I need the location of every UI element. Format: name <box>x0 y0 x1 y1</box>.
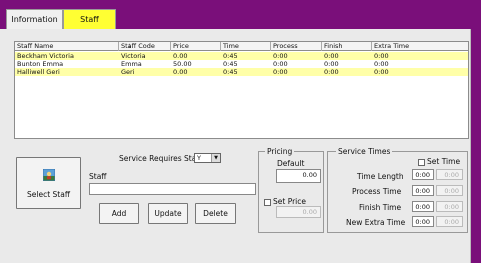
cell-extra-time: 0:00 <box>374 68 389 76</box>
add-button[interactable]: Add <box>99 203 139 224</box>
set-new-extra-time-field[interactable]: 0:00 <box>436 216 463 227</box>
col-header-time[interactable]: Time <box>221 42 271 51</box>
cell-time: 0:45 <box>223 60 238 68</box>
table-row[interactable]: Beckham Victoria Victoria 0.00 0:45 0:00… <box>15 52 468 60</box>
process-time-field[interactable]: 0:00 <box>412 185 434 196</box>
set-price-label: Set Price <box>273 197 306 206</box>
service-requires-staff-value: Y <box>197 154 201 162</box>
cell-process: 0:00 <box>273 52 288 60</box>
cell-staff-code: Geri <box>121 68 135 76</box>
tab-information[interactable]: Information <box>6 9 63 29</box>
finish-time-label: Finish Time <box>359 203 402 212</box>
col-header-finish[interactable]: Finish <box>322 42 372 51</box>
cell-extra-time: 0:00 <box>374 60 389 68</box>
time-length-label: Time Length <box>357 172 404 181</box>
set-time-label: Set Time <box>427 157 461 166</box>
cell-process: 0:00 <box>273 60 288 68</box>
col-header-price[interactable]: Price <box>171 42 221 51</box>
new-extra-time-label: New Extra Time <box>346 218 406 227</box>
cell-staff-name: Halliwell Geri <box>17 68 60 76</box>
cell-finish: 0:00 <box>324 52 339 60</box>
finish-time-field[interactable]: 0:00 <box>412 201 434 212</box>
staff-label: Staff <box>89 172 107 181</box>
set-finish-time-field[interactable]: 0:00 <box>436 201 463 212</box>
process-time-label: Process Time <box>352 187 402 196</box>
col-header-process[interactable]: Process <box>271 42 322 51</box>
staff-picture-icon <box>43 169 55 181</box>
time-length-field[interactable]: 0:00 <box>412 169 434 180</box>
col-header-staff-code[interactable]: Staff Code <box>119 42 171 51</box>
cell-price: 0.00 <box>173 68 188 76</box>
cell-process: 0:00 <box>273 68 288 76</box>
table-row[interactable]: Bunton Emma Emma 50.00 0:45 0:00 0:00 0:… <box>15 60 468 68</box>
cell-staff-code: Victoria <box>121 52 146 60</box>
set-process-time-field[interactable]: 0:00 <box>436 185 463 196</box>
default-price-label: Default <box>277 159 305 168</box>
cell-staff-code: Emma <box>121 60 142 68</box>
set-price-field[interactable]: 0.00 <box>276 206 321 218</box>
set-time-checkbox[interactable] <box>418 159 425 166</box>
chevron-down-icon[interactable]: ▼ <box>211 154 220 162</box>
cell-finish: 0:00 <box>324 60 339 68</box>
new-extra-time-field[interactable]: 0:00 <box>412 216 434 227</box>
cell-extra-time: 0:00 <box>374 52 389 60</box>
service-times-title: Service Times <box>336 147 393 156</box>
col-header-extra-time[interactable]: Extra Time <box>372 42 468 51</box>
set-time-length-field[interactable]: 0:00 <box>436 169 463 180</box>
table-row[interactable]: Halliwell Geri Geri 0.00 0:45 0:00 0:00 … <box>15 68 468 76</box>
grid-header-row: Staff Name ↓ Staff Code Price Time Proce… <box>15 42 468 51</box>
cell-staff-name: Beckham Victoria <box>17 52 74 60</box>
staff-grid[interactable]: Staff Name ↓ Staff Code Price Time Proce… <box>14 41 469 139</box>
tab-staff[interactable]: Staff <box>63 9 116 29</box>
cell-finish: 0:00 <box>324 68 339 76</box>
cell-staff-name: Bunton Emma <box>17 60 64 68</box>
cell-time: 0:45 <box>223 68 238 76</box>
update-button[interactable]: Update <box>148 203 188 224</box>
pricing-title: Pricing <box>265 147 295 156</box>
staff-input[interactable] <box>89 183 256 195</box>
select-staff-button[interactable]: Select Staff <box>16 157 81 209</box>
right-border <box>471 29 481 263</box>
delete-button[interactable]: Delete <box>195 203 236 224</box>
cell-time: 0:45 <box>223 52 238 60</box>
set-price-checkbox[interactable] <box>264 199 271 206</box>
cell-price: 0.00 <box>173 52 188 60</box>
service-requires-staff-label: Service Requires Staff <box>119 154 202 163</box>
default-price-field[interactable]: 0.00 <box>276 169 321 183</box>
cell-price: 50.00 <box>173 60 192 68</box>
col-header-staff-name[interactable]: Staff Name <box>15 42 119 51</box>
select-staff-label: Select Staff <box>27 190 70 199</box>
